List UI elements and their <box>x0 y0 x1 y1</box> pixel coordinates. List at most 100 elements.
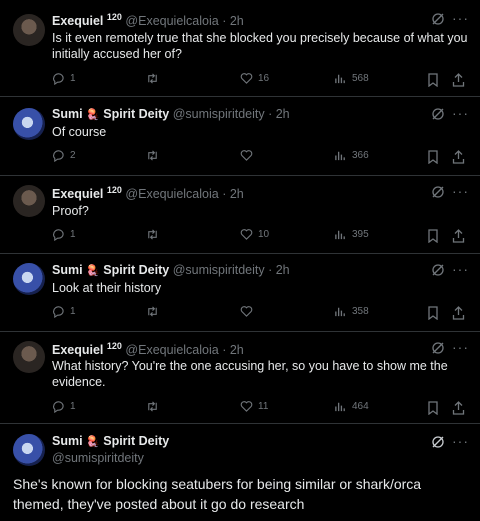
reply-button[interactable]: 1 <box>52 72 76 85</box>
author-name[interactable]: Exequiel <box>52 187 103 201</box>
views-button[interactable]: 395 <box>334 228 369 241</box>
retweet-button[interactable] <box>146 72 164 85</box>
retweet-button[interactable] <box>146 149 164 162</box>
like-icon <box>240 73 253 84</box>
avatar[interactable] <box>13 108 45 140</box>
like-button[interactable]: 11 <box>240 400 268 413</box>
reply-button[interactable]: 1 <box>52 305 76 318</box>
reply-icon <box>53 229 64 241</box>
jellyfish-emoji: 🪼 <box>86 436 100 448</box>
author-handle[interactable]: @sumispiritdeity <box>173 263 265 277</box>
views-button[interactable]: 358 <box>334 305 369 318</box>
grok-icon[interactable] <box>431 107 445 121</box>
author-handle[interactable]: @Exequielcaloia <box>125 14 218 28</box>
author-name-rest[interactable]: Spirit Deity <box>103 263 169 277</box>
tweet-time[interactable]: · 2h <box>268 263 290 277</box>
views-button[interactable]: 568 <box>334 72 369 85</box>
author-name-suffix: 120 <box>106 12 122 22</box>
like-icon <box>240 150 253 161</box>
grok-icon[interactable] <box>431 263 445 277</box>
action-bar: 1 10 395 <box>0 228 480 244</box>
action-bar: 1 11 464 <box>0 400 480 416</box>
reply-icon <box>53 306 64 318</box>
author-handle[interactable]: @sumispiritdeity <box>52 451 144 465</box>
like-count: 10 <box>258 229 270 240</box>
views-icon <box>335 151 345 161</box>
retweet-button[interactable] <box>146 305 164 318</box>
grok-icon[interactable] <box>431 341 445 355</box>
retweet-icon <box>148 150 157 161</box>
divider <box>0 253 480 254</box>
reply-button[interactable]: 1 <box>52 400 76 413</box>
share-icon[interactable] <box>452 306 465 320</box>
views-button[interactable]: 464 <box>334 400 369 413</box>
views-count: 464 <box>352 401 369 412</box>
author-name-rest[interactable]: Spirit Deity <box>103 434 169 448</box>
bookmark-icon[interactable] <box>427 401 439 415</box>
avatar[interactable] <box>13 434 45 466</box>
tweet-text: Look at their history <box>52 281 162 295</box>
more-icon[interactable]: ··· <box>452 183 469 199</box>
reply-icon <box>53 150 64 162</box>
author-name[interactable]: Sumi <box>52 434 83 448</box>
bookmark-icon[interactable] <box>427 150 439 164</box>
grok-icon[interactable] <box>431 435 445 449</box>
avatar[interactable] <box>13 263 45 295</box>
avatar[interactable] <box>13 341 45 373</box>
more-icon[interactable]: ··· <box>452 105 469 121</box>
like-button[interactable] <box>240 305 258 318</box>
more-icon[interactable]: ··· <box>452 261 469 277</box>
grok-icon[interactable] <box>431 185 445 199</box>
views-count: 568 <box>352 73 369 84</box>
author-handle[interactable]: @Exequielcaloia <box>125 187 218 201</box>
share-icon[interactable] <box>452 150 465 164</box>
views-icon <box>335 307 345 317</box>
like-button[interactable]: 16 <box>240 72 269 85</box>
share-icon[interactable] <box>452 401 465 415</box>
tweet-time[interactable]: · 2h <box>222 343 244 357</box>
share-icon[interactable] <box>452 229 465 243</box>
reply-count: 1 <box>70 306 76 317</box>
more-icon[interactable]: ··· <box>452 433 469 449</box>
like-button[interactable]: 10 <box>240 228 269 241</box>
views-button[interactable]: 366 <box>334 149 369 162</box>
reply-button[interactable]: 2 <box>52 149 76 162</box>
avatar[interactable] <box>13 185 45 217</box>
reply-count: 1 <box>70 229 76 240</box>
tweet-text: What history? You're the one accusing he… <box>52 359 448 389</box>
avatar[interactable] <box>13 14 45 46</box>
share-icon[interactable] <box>452 73 465 87</box>
bookmark-icon[interactable] <box>427 229 439 243</box>
retweet-icon <box>148 73 157 84</box>
divider <box>0 331 480 332</box>
author-name-rest[interactable]: Spirit Deity <box>103 107 169 121</box>
reply-count: 2 <box>70 150 76 161</box>
bookmark-icon[interactable] <box>427 73 439 87</box>
tweet-header: Exequiel 120 @Exequielcaloia · 2h <box>52 341 244 357</box>
author-handle[interactable]: @sumispiritdeity <box>173 107 265 121</box>
tweet-time[interactable]: · 2h <box>268 107 290 121</box>
tweet-header: Sumi 🪼 Spirit Deity @sumispiritdeity · 2… <box>52 107 290 121</box>
grok-icon[interactable] <box>431 12 445 26</box>
views-icon <box>335 402 345 412</box>
author-handle[interactable]: @Exequielcaloia <box>125 343 218 357</box>
author-name[interactable]: Sumi <box>52 263 83 277</box>
retweet-button[interactable] <box>146 228 164 241</box>
jellyfish-emoji: 🪼 <box>86 265 100 277</box>
author-name[interactable]: Exequiel <box>52 14 103 28</box>
author-name[interactable]: Exequiel <box>52 343 103 357</box>
like-button[interactable] <box>240 149 258 162</box>
views-icon <box>335 230 345 240</box>
reply-button[interactable]: 1 <box>52 228 76 241</box>
reply-count: 1 <box>70 401 76 412</box>
author-name-suffix: 120 <box>106 341 122 351</box>
tweet-time[interactable]: · 2h <box>222 14 244 28</box>
retweet-icon <box>148 229 157 240</box>
more-icon[interactable]: ··· <box>452 10 469 26</box>
author-name[interactable]: Sumi <box>52 107 83 121</box>
reply-icon <box>53 73 64 85</box>
retweet-button[interactable] <box>146 400 164 413</box>
bookmark-icon[interactable] <box>427 306 439 320</box>
more-icon[interactable]: ··· <box>452 339 469 355</box>
tweet-time[interactable]: · 2h <box>222 187 244 201</box>
